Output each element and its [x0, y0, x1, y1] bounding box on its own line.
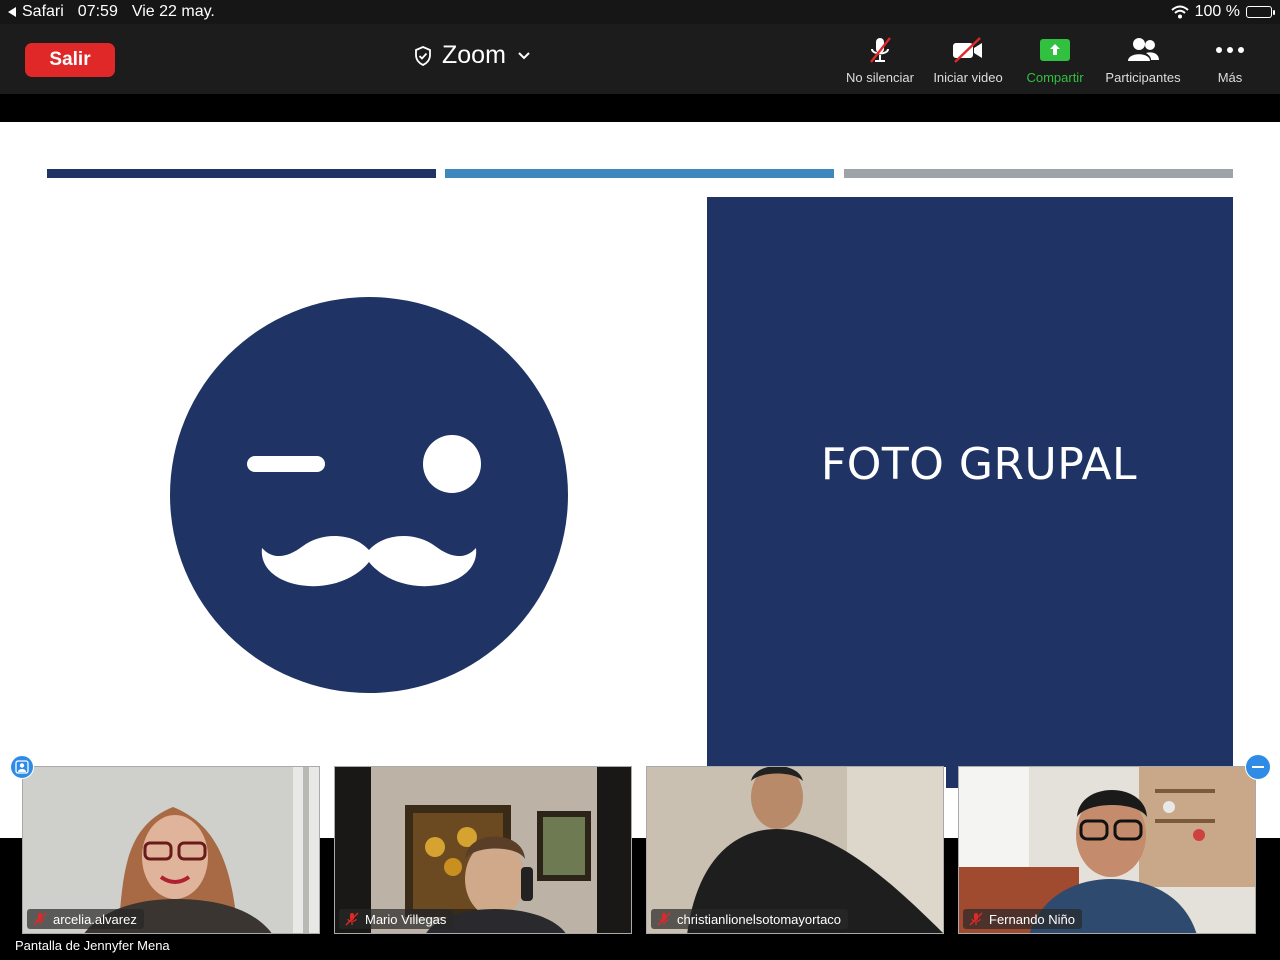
minus-icon — [1252, 766, 1264, 768]
start-video-label: Iniciar video — [933, 70, 1003, 85]
screen-share-border — [0, 94, 1280, 122]
battery-icon — [1246, 6, 1275, 18]
start-video-button[interactable]: Iniciar video — [923, 34, 1013, 85]
slide-title: FOTO GRUPAL — [820, 438, 1138, 490]
meeting-toolbar: Salir Zoom No silenciar Iniciar video Co… — [0, 24, 1280, 94]
participant-name-tag: Mario Villegas — [339, 909, 454, 929]
person-icon — [15, 760, 29, 774]
back-app-label[interactable]: Safari — [22, 3, 64, 21]
participant-name: Mario Villegas — [365, 911, 447, 927]
status-bar: Safari 07:59 Vie 22 may. 100 % — [0, 0, 1280, 24]
screen-owner-label: Pantalla de Jennyfer Mena — [15, 938, 170, 953]
participant-name-tag: arcelia.alvarez — [27, 909, 144, 929]
participants-icon — [1128, 38, 1159, 61]
shield-icon — [415, 45, 431, 66]
video-off-icon — [953, 37, 982, 63]
slide-accent-bar-blue — [445, 169, 834, 178]
video-tile[interactable]: arcelia.alvarez — [22, 766, 320, 934]
participant-name: arcelia.alvarez — [53, 911, 137, 927]
status-time: 07:59 — [77, 3, 118, 20]
video-tile[interactable]: Fernando Niño — [958, 766, 1256, 934]
status-date: Vie 22 may. — [131, 3, 215, 20]
meeting-title[interactable]: Zoom — [414, 41, 530, 70]
share-screen-icon — [1040, 39, 1070, 61]
more-label: Más — [1217, 70, 1243, 85]
mic-muted-icon — [345, 912, 359, 926]
unmute-button[interactable]: No silenciar — [835, 34, 925, 85]
mic-muted-icon — [870, 37, 891, 63]
slide-accent-bar-gray — [844, 169, 1233, 178]
video-tile[interactable]: Mario Villegas — [334, 766, 632, 934]
participant-name-tag: christianlionelsotomayortaco — [651, 909, 849, 929]
participants-button[interactable]: Participantes — [1098, 34, 1188, 85]
share-button[interactable]: Compartir — [1010, 34, 1100, 85]
minimize-thumbnails-button[interactable] — [1245, 754, 1271, 780]
mic-muted-icon — [657, 912, 671, 926]
meeting-title-label: Zoom — [442, 41, 506, 69]
slide-accent-bar-navy — [47, 169, 436, 178]
leave-button[interactable]: Salir — [25, 43, 115, 77]
mic-muted-icon — [969, 912, 983, 926]
mic-muted-icon — [33, 912, 47, 926]
participant-name: Fernando Niño — [989, 911, 1075, 927]
winking-mustache-face-icon — [170, 297, 568, 693]
back-arrow-icon[interactable] — [8, 7, 16, 17]
shared-slide: FOTO GRUPAL — [0, 122, 1280, 838]
slide-title-panel: FOTO GRUPAL — [707, 197, 1233, 767]
status-bar-left: Safari 07:59 Vie 22 may. — [8, 3, 215, 21]
share-label: Compartir — [1026, 70, 1084, 85]
switch-view-button[interactable] — [10, 755, 34, 779]
battery-percent: 100 % — [1194, 3, 1240, 20]
more-button[interactable]: Más — [1185, 34, 1275, 85]
wifi-icon — [1170, 5, 1189, 19]
unmute-label: No silenciar — [846, 70, 914, 85]
chevron-down-icon — [518, 51, 530, 59]
status-bar-right: 100 % — [1170, 3, 1275, 21]
more-icon — [1216, 47, 1244, 53]
video-thumbnail-strip: arcelia.alvarez Mario Villegas christian… — [0, 754, 1280, 960]
participant-name: christianlionelsotomayortaco — [677, 911, 842, 927]
participants-label: Participantes — [1105, 70, 1181, 85]
video-tile[interactable]: christianlionelsotomayortaco — [646, 766, 944, 934]
participant-name-tag: Fernando Niño — [963, 909, 1082, 929]
